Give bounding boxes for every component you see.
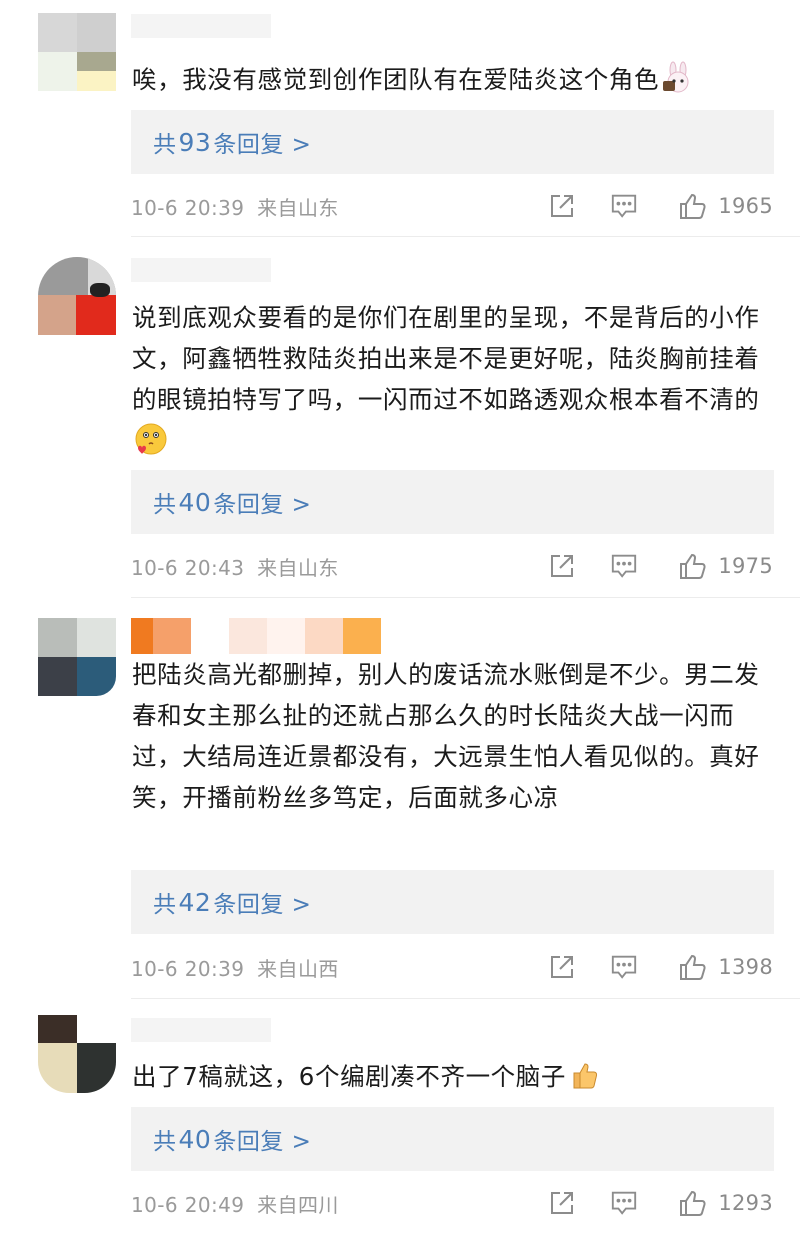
like-button[interactable]: 1293 (678, 1188, 773, 1218)
thumbs-up-icon (680, 193, 706, 219)
kissing-face-emoji-icon (135, 423, 167, 455)
location: 来自山东 (257, 196, 339, 220)
share-icon[interactable] (548, 1189, 576, 1217)
like-button[interactable]: 1965 (678, 191, 773, 221)
view-replies-button[interactable]: 共 42 条回复 > (131, 870, 774, 934)
view-replies-button[interactable]: 共 40 条回复 > (131, 470, 774, 534)
comment-item: 把陆炎高光都删掉，别人的废话流水账倒是不少。男二发春和女主那么扯的还就占那么久的… (0, 598, 800, 999)
location: 来自山东 (257, 556, 339, 580)
comment-text: 唉，我没有感觉到创作团队有在爱陆炎这个角色 (132, 59, 772, 100)
comment-actions: 1398 (548, 952, 773, 982)
comment-meta: 10-6 20:39 来自山东 (131, 192, 339, 221)
username-blurred[interactable] (131, 1018, 271, 1042)
thumbs-up-icon (680, 954, 706, 980)
view-replies-button[interactable]: 共 93 条回复 > (131, 110, 774, 174)
comment-meta: 10-6 20:49 来自四川 (131, 1189, 339, 1218)
comment-item: 说到底观众要看的是你们在剧里的呈现，不是背后的小作文，阿鑫牺牲救陆炎拍出来是不是… (0, 237, 800, 598)
avatar[interactable] (38, 257, 116, 335)
rabbit-emoji-icon (663, 61, 689, 93)
comment-icon[interactable] (610, 192, 638, 220)
view-replies-button[interactable]: 共 40 条回复 > (131, 1107, 774, 1171)
comment-actions: 1293 (548, 1188, 773, 1218)
like-button[interactable]: 1398 (678, 952, 773, 982)
comment-icon[interactable] (610, 1189, 638, 1217)
share-icon[interactable] (548, 192, 576, 220)
comment-text: 把陆炎高光都删掉，别人的废话流水账倒是不少。男二发春和女主那么扯的还就占那么久的… (132, 660, 760, 812)
username-blurred[interactable] (131, 618, 385, 654)
timestamp: 10-6 20:39 (131, 196, 245, 220)
avatar[interactable] (38, 13, 116, 91)
like-count: 1398 (718, 955, 773, 979)
comment-actions: 1965 (548, 191, 773, 221)
like-count: 1293 (718, 1191, 773, 1215)
share-icon[interactable] (548, 552, 576, 580)
avatar[interactable] (38, 618, 116, 696)
location: 来自山西 (257, 957, 339, 981)
comment-actions: 1975 (548, 551, 773, 581)
like-count: 1965 (718, 194, 773, 218)
thumbs-up-icon (680, 553, 706, 579)
location: 来自四川 (257, 1193, 339, 1217)
like-button[interactable]: 1975 (678, 551, 773, 581)
comment-meta: 10-6 20:43 来自山东 (131, 552, 339, 581)
timestamp: 10-6 20:39 (131, 957, 245, 981)
like-count: 1975 (718, 554, 773, 578)
comment-text: 说到底观众要看的是你们在剧里的呈现，不是背后的小作文，阿鑫牺牲救陆炎拍出来是不是… (132, 297, 772, 461)
thumbs-up-icon (680, 1190, 706, 1216)
comment-meta: 10-6 20:39 来自山西 (131, 953, 339, 982)
share-icon[interactable] (548, 953, 576, 981)
username-blurred[interactable] (131, 258, 271, 282)
avatar[interactable] (38, 1015, 116, 1093)
timestamp: 10-6 20:49 (131, 1193, 245, 1217)
comment-item: 出了7稿就这，6个编剧凑不齐一个脑子 共 40 条回复 > 10-6 20:49 来… (0, 999, 800, 1234)
comment-icon[interactable] (610, 552, 638, 580)
thumbs-up-emoji-icon (573, 1063, 598, 1089)
comment-item: 唉，我没有感觉到创作团队有在爱陆炎这个角色 共 93 条回复 > 10-6 20:3… (0, 0, 800, 237)
comment-text: 出了7稿就这，6个编剧凑不齐一个脑子 (132, 1056, 772, 1097)
comment-icon[interactable] (610, 953, 638, 981)
timestamp: 10-6 20:43 (131, 556, 245, 580)
username-blurred[interactable] (131, 14, 271, 38)
